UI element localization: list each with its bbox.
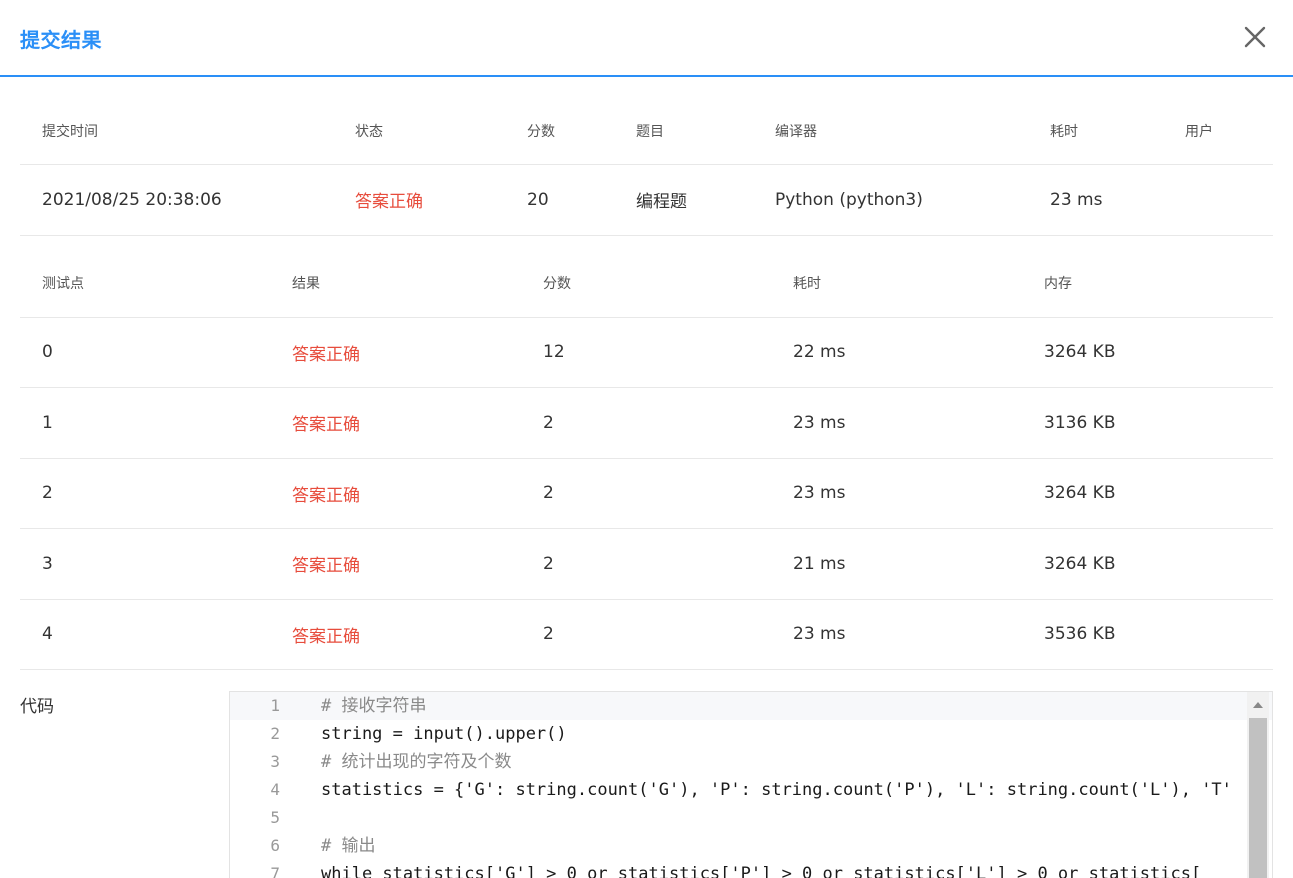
line-number: 4	[270, 780, 280, 799]
test-result: 答案正确	[270, 317, 521, 388]
code-text: while statistics['G'] > 0 or statistics[…	[321, 864, 1202, 878]
test-score: 2	[521, 387, 771, 459]
tests-header-row: 测试点 结果 分数 耗时 内存	[20, 249, 1273, 318]
code-line: 3 # 统计出现的字符及个数	[230, 748, 1272, 776]
status-badge: 答案正确	[333, 164, 505, 236]
test-time: 22 ms	[771, 317, 1022, 388]
code-line: 5	[230, 804, 1272, 832]
code-line: 4 statistics = {'G': string.count('G'), '…	[230, 776, 1272, 804]
test-score: 12	[521, 317, 771, 388]
test-memory: 3264 KB	[1022, 317, 1273, 388]
table-row: 1 答案正确 2 23 ms 3136 KB	[20, 387, 1273, 459]
header-result: 结果	[270, 249, 521, 318]
compiler: Python (python3)	[753, 164, 1028, 236]
test-time: 23 ms	[771, 458, 1022, 529]
test-score: 2	[521, 458, 771, 529]
code-text: string = input().upper()	[321, 724, 567, 744]
close-button[interactable]	[1240, 22, 1270, 52]
test-result: 答案正确	[270, 528, 521, 600]
test-memory: 3136 KB	[1022, 387, 1273, 459]
table-row: 3 答案正确 2 21 ms 3264 KB	[20, 528, 1273, 600]
header-user: 用户	[1163, 98, 1273, 165]
table-row: 0 答案正确 12 22 ms 3264 KB	[20, 317, 1273, 388]
time-cost: 23 ms	[1028, 164, 1163, 236]
problem-type: 编程题	[614, 164, 753, 236]
header-problem: 题目	[614, 98, 753, 165]
test-time: 23 ms	[771, 599, 1022, 670]
header-submit-time: 提交时间	[20, 98, 333, 165]
header-compiler: 编译器	[753, 98, 1028, 165]
line-number: 6	[270, 836, 280, 855]
line-number: 2	[270, 724, 280, 743]
code-line: 7 while statistics['G'] > 0 or statistics…	[230, 860, 1272, 878]
line-number: 5	[270, 808, 280, 827]
code-text: # 接收字符串	[321, 696, 427, 716]
header-test-time: 耗时	[771, 249, 1022, 318]
code-text: # 统计出现的字符及个数	[321, 752, 512, 772]
line-number: 1	[270, 696, 280, 715]
test-point-id: 3	[20, 528, 270, 600]
header-status: 状态	[333, 98, 505, 165]
scrollbar-thumb[interactable]	[1249, 718, 1267, 878]
test-result: 答案正确	[270, 387, 521, 459]
code-line: 6 # 输出	[230, 832, 1272, 860]
table-row: 4 答案正确 2 23 ms 3536 KB	[20, 599, 1273, 670]
header-test-score: 分数	[521, 249, 771, 318]
code-text: statistics = {'G': string.count('G'), 'P…	[321, 780, 1232, 800]
submission-summary-table: 提交时间 状态 分数 题目 编译器 耗时 用户 2021/08/25 20:38…	[20, 98, 1273, 236]
dialog-header: 提交结果	[0, 0, 1293, 77]
code-label: 代码	[20, 697, 54, 717]
test-result: 答案正确	[270, 458, 521, 529]
test-score: 2	[521, 599, 771, 670]
submit-time: 2021/08/25 20:38:06	[20, 164, 333, 236]
code-vertical-scrollbar[interactable]	[1247, 692, 1269, 878]
test-score: 2	[521, 528, 771, 600]
header-test-point: 测试点	[20, 249, 270, 318]
test-memory: 3264 KB	[1022, 528, 1273, 600]
score: 20	[505, 164, 614, 236]
line-number: 7	[270, 864, 280, 878]
test-point-id: 2	[20, 458, 270, 529]
test-time: 23 ms	[771, 387, 1022, 459]
test-point-id: 4	[20, 599, 270, 670]
close-icon	[1244, 26, 1266, 48]
user[interactable]	[1163, 164, 1273, 236]
test-time: 21 ms	[771, 528, 1022, 600]
code-text: # 输出	[321, 836, 376, 856]
code-editor[interactable]: 1 # 接收字符串 2 string = input().upper() 3 # 统计…	[229, 691, 1273, 878]
test-point-id: 0	[20, 317, 270, 388]
summary-header-row: 提交时间 状态 分数 题目 编译器 耗时 用户	[20, 98, 1273, 165]
scroll-up-arrow-icon[interactable]	[1252, 700, 1264, 710]
header-memory: 内存	[1022, 249, 1273, 318]
header-score: 分数	[505, 98, 614, 165]
summary-row: 2021/08/25 20:38:06 答案正确 20 编程题 Python (…	[20, 164, 1273, 236]
header-time-cost: 耗时	[1028, 98, 1163, 165]
dialog-title: 提交结果	[20, 28, 102, 52]
table-row: 2 答案正确 2 23 ms 3264 KB	[20, 458, 1273, 529]
test-points-table: 测试点 结果 分数 耗时 内存 0 答案正确 12 22 ms 3264 KB …	[20, 249, 1273, 670]
test-point-id: 1	[20, 387, 270, 459]
line-number: 3	[270, 752, 280, 771]
code-line: 2 string = input().upper()	[230, 720, 1272, 748]
code-line: 1 # 接收字符串	[230, 692, 1272, 720]
test-memory: 3536 KB	[1022, 599, 1273, 670]
test-result: 答案正确	[270, 599, 521, 670]
test-memory: 3264 KB	[1022, 458, 1273, 529]
